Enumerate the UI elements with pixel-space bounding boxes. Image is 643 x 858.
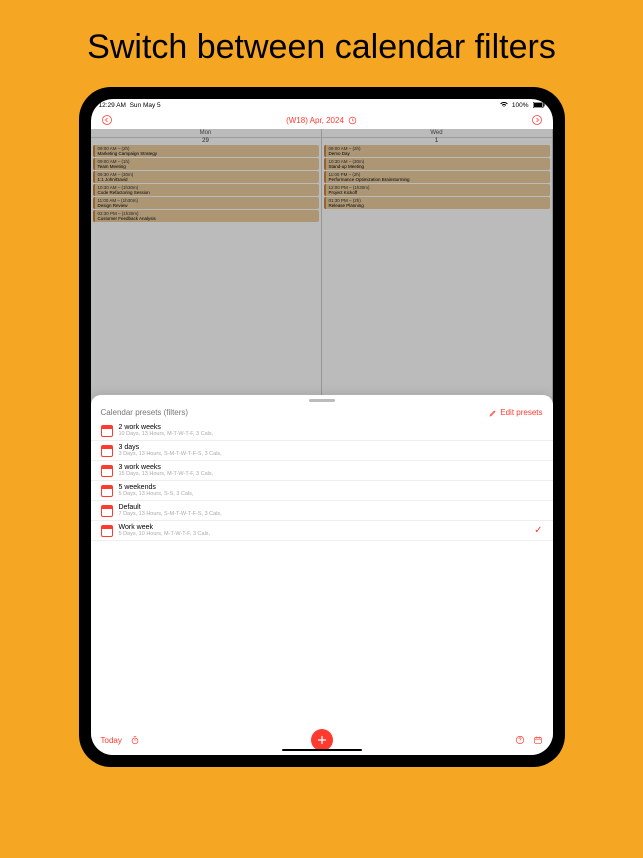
preset-name: 3 days [119,444,543,451]
status-time: 12:29 AM Sun May 5 [99,102,161,109]
home-indicator[interactable] [282,749,362,752]
battery-percent: 100% [512,102,529,109]
preset-detail: 5 Days, 10 Hours, M-T-W-T-F, 3 Cals, [119,531,529,537]
clock-icon[interactable] [348,116,357,125]
back-icon[interactable] [101,114,113,126]
preset-name: Work week [119,524,529,531]
calendar-grid: Mon2909:00 AM – (2h)Marketing Campaign S… [91,129,553,755]
preset-detail: 3 Days, 13 Hours, S-M-T-W-T-F-S, 3 Cals, [119,451,543,457]
preset-item[interactable]: 3 work weeks15 Days, 13 Hours, M-T-W-T-F… [91,461,553,481]
preset-item[interactable]: Default7 Days, 13 Hours, S-M-T-W-T-F-S, … [91,501,553,521]
timer-icon[interactable] [130,735,140,745]
preset-detail: 5 Days, 13 Hours, S-S, 3 Cals, [119,491,543,497]
preset-item[interactable]: 5 weekends5 Days, 13 Hours, S-S, 3 Cals, [91,481,553,501]
preset-detail: 10 Days, 13 Hours, M-T-W-T-F, 3 Cals, [119,431,543,437]
preset-item[interactable]: 2 work weeks10 Days, 13 Hours, M-T-W-T-F… [91,421,553,441]
calendar-preset-icon [101,425,113,437]
preset-list[interactable]: 2 work weeks10 Days, 13 Hours, M-T-W-T-F… [91,421,553,725]
calendar-preset-icon [101,465,113,477]
calendar-icon[interactable] [533,735,543,745]
calendar-preset-icon [101,485,113,497]
bottom-toolbar: Today [91,725,553,755]
forward-icon[interactable] [531,114,543,126]
checkmark-icon: ✓ [534,525,542,536]
sheet-grabber[interactable] [309,399,335,402]
preset-detail: 7 Days, 13 Hours, S-M-T-W-T-F-S, 3 Cals, [119,511,543,517]
pencil-icon [489,409,497,417]
presets-sheet: Calendar presets (filters) Edit presets … [91,395,553,755]
preset-name: 5 weekends [119,484,543,491]
toolbar-title[interactable]: (W18) Apr, 2024 [286,116,344,125]
battery-icon [533,102,545,108]
wifi-icon [500,102,508,108]
preset-name: Default [119,504,543,511]
sheet-title: Calendar presets (filters) [101,408,189,417]
preset-item[interactable]: Work week5 Days, 10 Hours, M-T-W-T-F, 3 … [91,521,553,541]
preset-name: 3 work weeks [119,464,543,471]
top-toolbar: (W18) Apr, 2024 [91,111,553,129]
calendar-preset-icon [101,505,113,517]
preset-item[interactable]: 3 days3 Days, 13 Hours, S-M-T-W-T-F-S, 3… [91,441,553,461]
tablet-frame: 12:29 AM Sun May 5 100% (W18) Apr, 2024 [79,87,565,767]
edit-presets-button[interactable]: Edit presets [489,408,542,417]
help-icon[interactable] [515,735,525,745]
status-bar: 12:29 AM Sun May 5 100% [91,99,553,111]
page-headline: Switch between calendar filters [0,0,643,87]
today-button[interactable]: Today [101,736,122,745]
calendar-preset-icon [101,525,113,537]
calendar-preset-icon [101,445,113,457]
preset-name: 2 work weeks [119,424,543,431]
preset-detail: 15 Days, 13 Hours, M-T-W-T-F, 3 Cals, [119,471,543,477]
screen: 12:29 AM Sun May 5 100% (W18) Apr, 2024 [91,99,553,755]
